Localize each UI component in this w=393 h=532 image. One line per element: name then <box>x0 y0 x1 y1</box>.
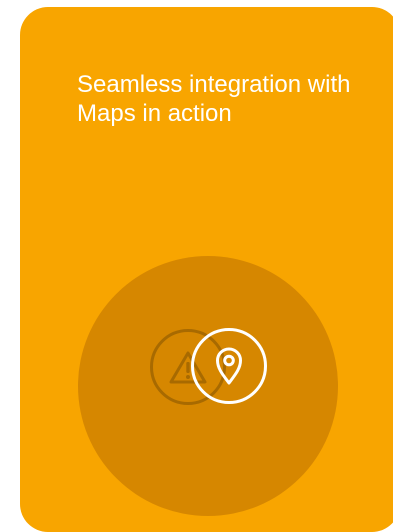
location-pin-svg <box>216 347 242 385</box>
location-pin-icon <box>191 328 267 404</box>
card-title: Seamless integration with Maps in action <box>77 71 351 127</box>
feature-card: Seamless integration with Maps in action <box>20 7 393 532</box>
illustration-circle <box>78 256 338 516</box>
